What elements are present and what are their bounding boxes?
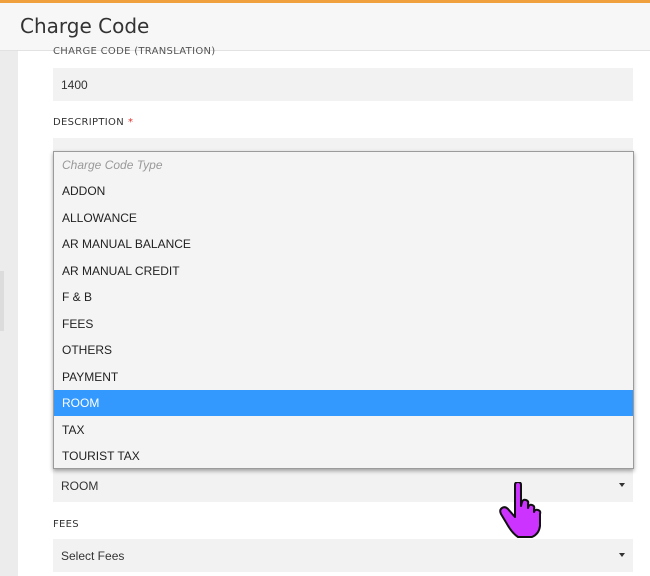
caret-down-icon [619, 483, 625, 487]
required-asterisk: * [128, 117, 134, 128]
dropdown-placeholder: Charge Code Type [62, 158, 163, 172]
option-f-and-b[interactable]: F & B [54, 284, 633, 310]
page-header: Charge Code [0, 3, 650, 51]
description-label-text: DESCRIPTION [53, 117, 124, 128]
fees-label: FEES [53, 519, 79, 530]
option-ar-manual-balance[interactable]: AR MANUAL BALANCE [54, 231, 633, 257]
option-addon[interactable]: ADDON [54, 178, 633, 204]
sidebar-edge [0, 271, 4, 331]
charge-code-translation-label: CHARGE CODE (TRANSLATION) [53, 46, 216, 57]
charge-code-type-value: ROOM [61, 479, 99, 493]
option-tax[interactable]: TAX [54, 417, 633, 443]
option-room[interactable]: ROOM [54, 390, 633, 416]
option-tourist-tax[interactable]: TOURIST TAX [54, 443, 633, 468]
option-ar-manual-credit[interactable]: AR MANUAL CREDIT [54, 258, 633, 284]
fees-select[interactable]: Select Fees [53, 539, 633, 572]
option-payment[interactable]: PAYMENT [54, 364, 633, 390]
option-fees[interactable]: FEES [54, 311, 633, 337]
caret-down-icon [619, 553, 625, 557]
charge-code-type-dropdown[interactable]: Charge Code Type ADDON ALLOWANCE AR MANU… [53, 151, 634, 469]
description-label: DESCRIPTION * [53, 117, 133, 128]
page-title: Charge Code [20, 14, 150, 38]
fees-select-value: Select Fees [61, 549, 125, 563]
left-sidebar-strip [0, 51, 18, 576]
option-others[interactable]: OTHERS [54, 337, 633, 363]
charge-code-translation-input[interactable]: 1400 [53, 68, 633, 101]
option-allowance[interactable]: ALLOWANCE [54, 205, 633, 231]
hand-pointer-icon [499, 482, 542, 538]
